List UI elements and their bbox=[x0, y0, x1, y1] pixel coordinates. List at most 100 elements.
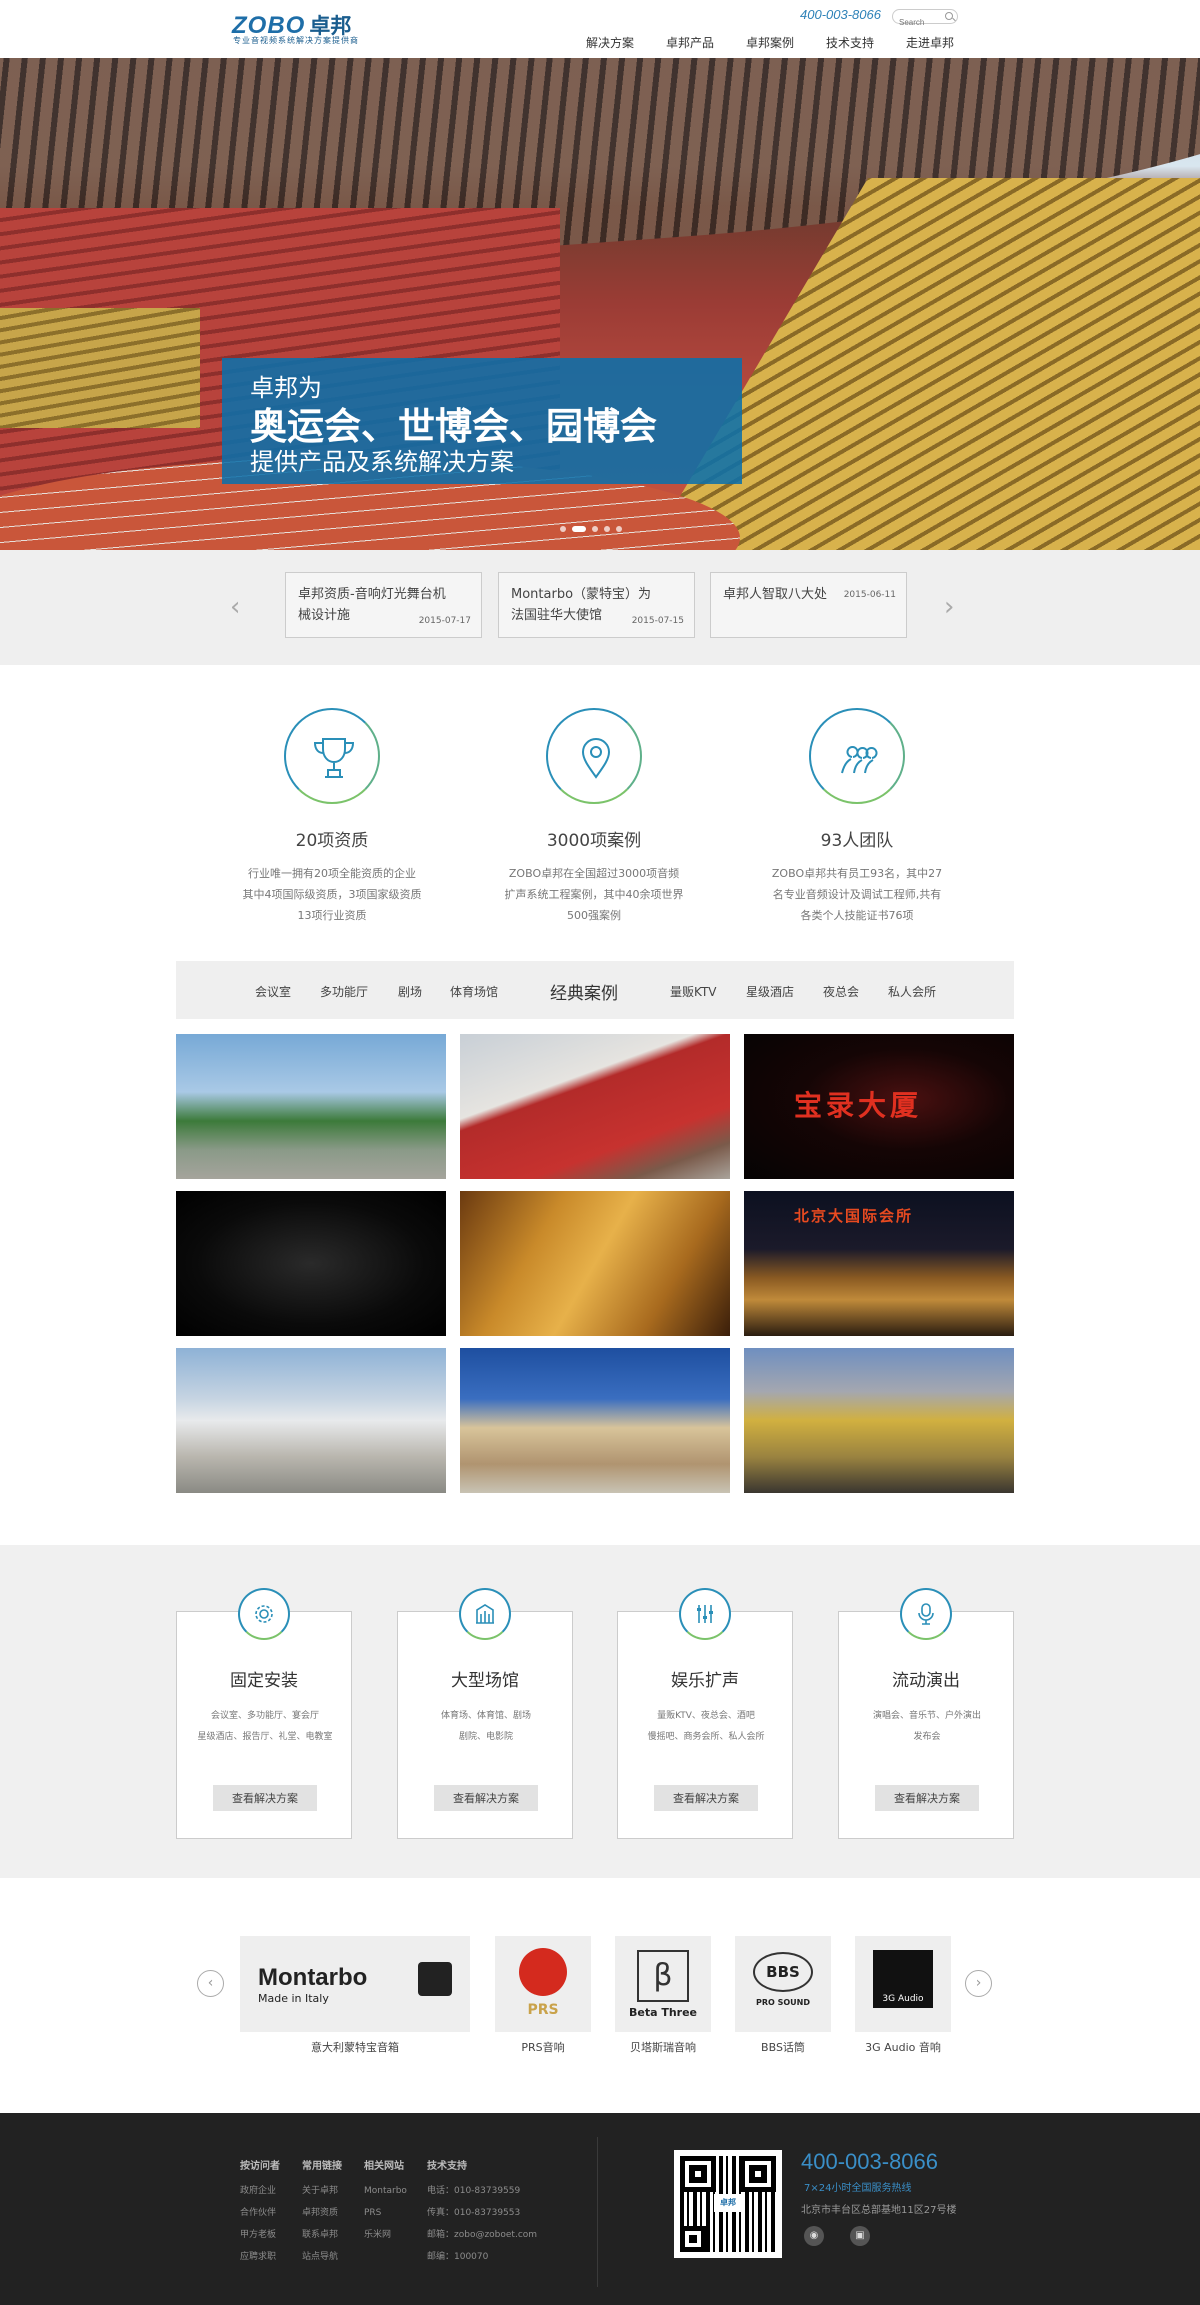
news-card[interactable]: Montarbo（蒙特宝）为法国驻华大使馆 2015-07-15 bbox=[498, 572, 695, 638]
nav-support[interactable]: 技术支持 bbox=[810, 34, 890, 51]
news-card[interactable]: 卓邦人智取八大处 2015-06-11 bbox=[710, 572, 907, 638]
case-tab-meeting-room[interactable]: 会议室 bbox=[255, 983, 291, 1000]
stat-desc: ZOBO卓邦在全国超过3000项音频 扩声系统工程案例，其中40余项世界 500… bbox=[494, 863, 694, 926]
view-solution-button[interactable]: 查看解决方案 bbox=[213, 1785, 317, 1811]
stat-title: 3000项案例 bbox=[546, 831, 642, 851]
brand-logo-prs[interactable]: PRS bbox=[495, 1936, 591, 2032]
footer-link[interactable]: 乐米网 bbox=[364, 2224, 407, 2246]
qr-logo: 卓邦 bbox=[714, 2194, 742, 2212]
brand-name[interactable]: BBS话筒 bbox=[735, 2039, 831, 2055]
stat-title: 93人团队 bbox=[820, 831, 894, 851]
microphone-icon bbox=[900, 1588, 952, 1640]
stat-desc-line: ZOBO卓邦在全国超过3000项音频 bbox=[508, 867, 680, 880]
news-card[interactable]: 卓邦资质-音响灯光舞台机械设计施 2015-07-17 bbox=[285, 572, 482, 638]
beta-logo-icon: β bbox=[637, 1950, 689, 2002]
case-tab-stadium[interactable]: 体育场馆 bbox=[450, 983, 498, 1000]
site-logo[interactable]: ZOBO 卓邦 专业音视频系统解决方案提供商 bbox=[232, 10, 358, 45]
case-tab-multi-hall[interactable]: 多功能厅 bbox=[320, 983, 368, 1000]
hero-line3: 提供产品及系统解决方案 bbox=[250, 448, 514, 476]
nav-cases[interactable]: 卓邦案例 bbox=[730, 34, 810, 51]
news-next-arrow-icon[interactable]: › bbox=[944, 592, 954, 622]
solution-card: 娱乐扩声 量贩KTV、夜总会、酒吧 慢摇吧、商务会所、私人会所 查看解决方案 bbox=[617, 1588, 793, 1839]
solution-title: 大型场馆 bbox=[451, 1671, 519, 1691]
footer-link[interactable]: Montarbo bbox=[364, 2180, 407, 2202]
solution-desc-line: 剧院、电影院 bbox=[458, 1732, 513, 1742]
footer-link[interactable]: 站点导航 bbox=[302, 2246, 342, 2268]
news-prev-arrow-icon[interactable]: ‹ bbox=[230, 592, 240, 622]
nav-about[interactable]: 走进卓邦 bbox=[890, 34, 970, 51]
brand-logo-montarbo[interactable]: Montarbo Made in Italy bbox=[240, 1936, 470, 2032]
brand-logo-beta-three[interactable]: β Beta Three bbox=[615, 1936, 711, 2032]
stat-cases: 3000项案例 ZOBO卓邦在全国超过3000项音频 扩声系统工程案例，其中40… bbox=[494, 708, 694, 926]
case-tab-private-club[interactable]: 私人会所 bbox=[888, 983, 936, 1000]
case-image[interactable]: 北京大国际会所 bbox=[744, 1191, 1014, 1336]
nav-products[interactable]: 卓邦产品 bbox=[650, 34, 730, 51]
footer-contact[interactable]: 邮箱：zobo@zoboet.com bbox=[427, 2224, 537, 2246]
footer-link[interactable]: 合作伙伴 bbox=[240, 2202, 280, 2224]
case-image[interactable] bbox=[460, 1191, 730, 1336]
carousel-dot[interactable] bbox=[592, 526, 598, 532]
carousel-dot[interactable] bbox=[616, 526, 622, 532]
solution-title: 流动演出 bbox=[892, 1671, 960, 1691]
brand-logo-text: 3G Audio bbox=[882, 1994, 924, 2004]
brand-name[interactable]: 3G Audio 音响 bbox=[855, 2039, 951, 2055]
location-pin-icon bbox=[546, 708, 642, 804]
stat-desc-line: 各类个人技能证书76项 bbox=[800, 909, 914, 922]
header-hotline: 400-003-8066 bbox=[800, 7, 881, 22]
search-input[interactable] bbox=[893, 16, 941, 29]
case-image[interactable] bbox=[176, 1348, 446, 1493]
solution-desc-line: 慢摇吧、商务会所、私人会所 bbox=[647, 1732, 765, 1742]
view-solution-button[interactable]: 查看解决方案 bbox=[434, 1785, 538, 1811]
qr-code-pattern: 卓邦 bbox=[680, 2156, 776, 2252]
footer-link[interactable]: 卓邦资质 bbox=[302, 2202, 342, 2224]
case-image[interactable] bbox=[460, 1034, 730, 1179]
brand-name[interactable]: PRS音响 bbox=[495, 2039, 591, 2055]
brand-logo-3g-audio[interactable]: 3G Audio bbox=[855, 1936, 951, 2032]
case-tab-theater[interactable]: 剧场 bbox=[398, 983, 422, 1000]
carousel-dot-active[interactable] bbox=[572, 526, 586, 532]
solution-card: 固定安装 会议室、多功能厅、宴会厅 星级酒店、报告厅、礼堂、电教室 查看解决方案 bbox=[176, 1588, 352, 1839]
qr-corner bbox=[680, 2226, 706, 2252]
solution-desc-line: 演唱会、音乐节、户外演出 bbox=[872, 1711, 981, 1721]
search-icon[interactable] bbox=[945, 12, 953, 20]
solution-desc-line: 会议室、多功能厅、宴会厅 bbox=[210, 1711, 319, 1721]
carousel-dot[interactable] bbox=[604, 526, 610, 532]
wechat-icon[interactable]: ▣ bbox=[850, 2226, 870, 2246]
carousel-dot[interactable] bbox=[560, 526, 566, 532]
footer-link[interactable]: 关于卓邦 bbox=[302, 2180, 342, 2202]
footer-link[interactable]: 应聘求职 bbox=[240, 2246, 280, 2268]
footer-contact: 传真：010-83739553 bbox=[427, 2208, 521, 2218]
brand-logo-bbs[interactable]: BBS PRO SOUND bbox=[735, 1936, 831, 2032]
stat-desc-line: 名专业音频设计及调试工程师,共有 bbox=[772, 888, 942, 901]
case-tab-nightclub[interactable]: 夜总会 bbox=[823, 983, 859, 1000]
building-icon bbox=[459, 1588, 511, 1640]
view-solution-button[interactable]: 查看解决方案 bbox=[875, 1785, 979, 1811]
case-image[interactable] bbox=[176, 1191, 446, 1336]
hero-carousel[interactable]: 卓邦为 奥运会、世博会、园博会 提供产品及系统解决方案 bbox=[0, 58, 1200, 550]
footer-link[interactable]: PRS bbox=[364, 2202, 407, 2224]
footer-link[interactable]: 联系卓邦 bbox=[302, 2224, 342, 2246]
news-title: 卓邦人智取八大处 bbox=[723, 587, 828, 602]
solution-title: 固定安装 bbox=[230, 1671, 298, 1691]
footer-heading: 常用链接 bbox=[302, 2161, 342, 2172]
case-image[interactable] bbox=[460, 1348, 730, 1493]
brand-next-arrow-icon[interactable]: › bbox=[965, 1970, 992, 1997]
site-header: ZOBO卓邦 专业音视频系统解决方案提供商 400-003-8066 解决方案 … bbox=[0, 0, 1200, 58]
footer-link[interactable]: 甲方老板 bbox=[240, 2224, 280, 2246]
brand-name[interactable]: 意大利蒙特宝音箱 bbox=[240, 2039, 470, 2055]
brand-name[interactable]: 贝塔斯瑞音响 bbox=[615, 2039, 711, 2055]
brand-prev-arrow-icon[interactable]: ‹ bbox=[197, 1970, 224, 1997]
case-image[interactable]: 宝录大厦 bbox=[744, 1034, 1014, 1179]
news-date: 2015-06-11 bbox=[843, 590, 896, 600]
stat-desc: ZOBO卓邦共有员工93名，其中27 名专业音频设计及调试工程师,共有 各类个人… bbox=[757, 863, 957, 926]
case-image[interactable] bbox=[176, 1034, 446, 1179]
footer-link[interactable]: 政府企业 bbox=[240, 2180, 280, 2202]
nav-solutions[interactable]: 解决方案 bbox=[570, 34, 650, 51]
stat-title: 20项资质 bbox=[295, 831, 369, 851]
case-image[interactable] bbox=[744, 1348, 1014, 1493]
solution-desc: 体育场、体育馆、剧场 剧院、电影院 bbox=[408, 1706, 564, 1748]
view-solution-button[interactable]: 查看解决方案 bbox=[654, 1785, 758, 1811]
case-tab-ktv[interactable]: 量贩KTV bbox=[670, 983, 716, 1000]
case-tab-hotel[interactable]: 星级酒店 bbox=[746, 983, 794, 1000]
weibo-icon[interactable]: ◉ bbox=[804, 2226, 824, 2246]
